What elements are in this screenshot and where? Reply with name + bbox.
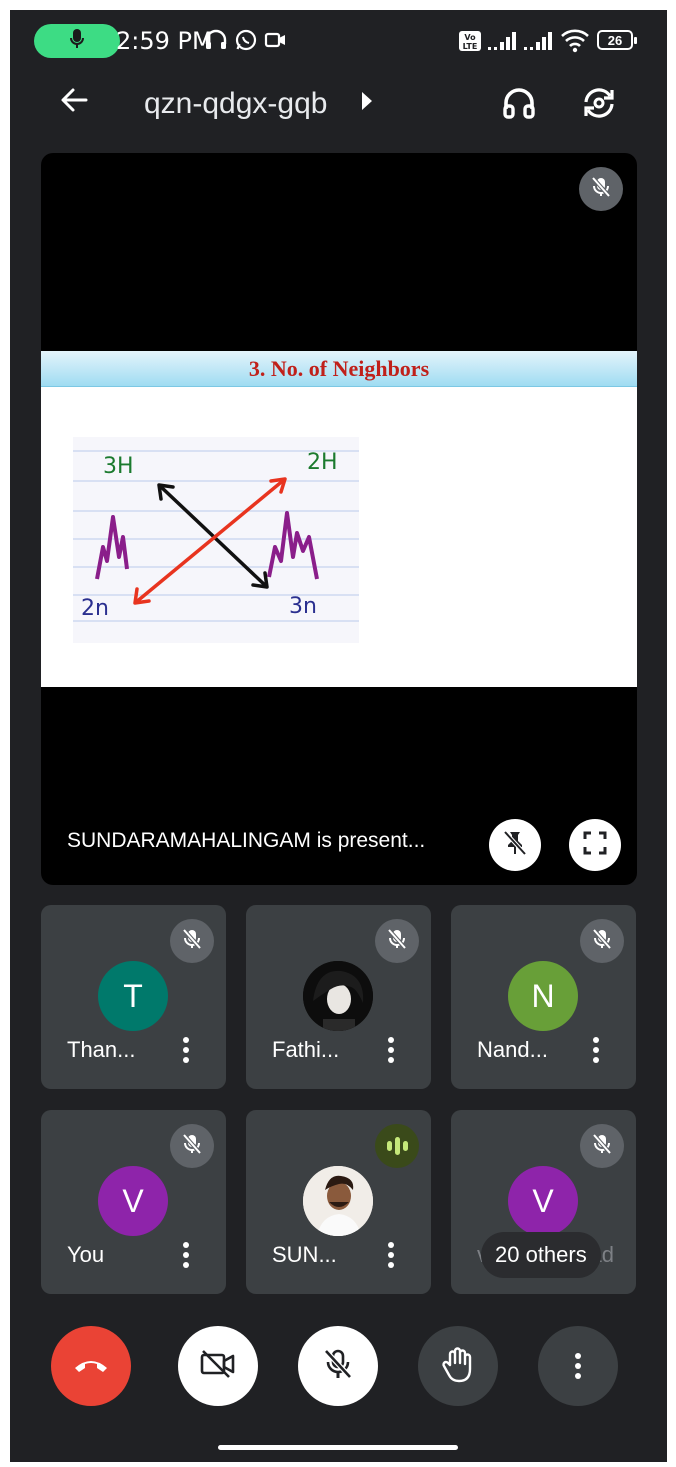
participant-mic-status (580, 919, 624, 963)
mic-in-use-indicator[interactable] (34, 24, 120, 58)
avatar: T (98, 961, 168, 1031)
participant-tile[interactable]: Fathi... (246, 905, 431, 1089)
signal-sim1-icon (486, 30, 520, 57)
headphones-icon (501, 85, 537, 126)
whatsapp-icon (234, 28, 258, 57)
participant-mic-status (170, 919, 214, 963)
sketch-label-bottom-left: 2n (81, 596, 109, 621)
avatar-photo (303, 961, 373, 1031)
participant-tile-self[interactable]: V You (41, 1110, 226, 1294)
slide-title: 3. No. of Neighbors (41, 351, 637, 387)
presenter-label: SUNDARAMAHALINGAM is present... (67, 829, 426, 852)
participant-tile[interactable]: T Than... (41, 905, 226, 1089)
battery-indicator: 26 (597, 30, 637, 50)
avatar: N (508, 961, 578, 1031)
camera-off-icon (199, 1349, 237, 1384)
back-arrow-icon (59, 85, 89, 124)
others-tile[interactable]: V vishnu prasad 20 others (451, 1110, 636, 1294)
fullscreen-button[interactable] (569, 819, 621, 871)
fullscreen-icon (582, 830, 608, 861)
mic-off-icon (321, 1347, 355, 1386)
participant-mic-status (375, 919, 419, 963)
participant-more-button[interactable] (382, 1238, 400, 1272)
mic-toggle-button[interactable] (298, 1326, 378, 1406)
others-count-badge[interactable]: 20 others (481, 1232, 601, 1278)
microphone-icon (70, 28, 84, 55)
sketch-label-bottom-right: 3n (289, 594, 317, 619)
raise-hand-button[interactable] (418, 1326, 498, 1406)
participant-name: You (67, 1242, 105, 1267)
participant-mic-status (580, 1124, 624, 1168)
mic-off-icon (180, 927, 204, 956)
headphones-status-icon (204, 28, 228, 57)
wifi-icon (560, 27, 590, 58)
unpin-button[interactable] (489, 819, 541, 871)
status-bar: 2:59 PM Vo LTE 26 (10, 10, 667, 70)
more-options-button[interactable] (538, 1326, 618, 1406)
mic-off-icon (180, 1132, 204, 1161)
home-indicator[interactable] (218, 1445, 458, 1450)
svg-text:Vo: Vo (464, 33, 476, 42)
switch-camera-button[interactable] (576, 82, 622, 128)
video-status-icon (264, 28, 288, 57)
meeting-details-arrow-icon[interactable] (362, 92, 372, 110)
meeting-code[interactable]: qzn-qdgx-gqb (144, 84, 327, 124)
participant-more-button[interactable] (587, 1033, 605, 1067)
signal-sim2-icon (522, 30, 556, 57)
audio-output-button[interactable] (496, 82, 542, 128)
avatar: V (508, 1166, 578, 1236)
volte-icon: Vo LTE (458, 30, 482, 57)
sketch-label-top-right: 2H (307, 450, 338, 475)
raise-hand-icon (441, 1345, 475, 1388)
participant-tile[interactable]: SUN... (246, 1110, 431, 1294)
audio-level-icon (386, 1137, 408, 1155)
avatar: V (98, 1166, 168, 1236)
unpin-icon (501, 829, 529, 862)
mic-off-icon (385, 927, 409, 956)
shared-slide: 3. No. of Neighbors 3H 2H 2n 3n (41, 351, 637, 687)
meet-screen: 2:59 PM Vo LTE 26 qzn-qdgx-gqb 3. No. of… (10, 10, 667, 1462)
speaking-indicator (375, 1124, 419, 1168)
more-options-icon (575, 1353, 581, 1379)
participant-more-button[interactable] (177, 1033, 195, 1067)
participant-more-button[interactable] (382, 1033, 400, 1067)
mic-off-icon (590, 927, 614, 956)
participant-tile[interactable]: N Nand... (451, 905, 636, 1089)
neighbors-sketch: 3H 2H 2n 3n (73, 437, 359, 643)
svg-text:LTE: LTE (463, 42, 478, 51)
participant-name: Fathi... (272, 1037, 340, 1062)
participant-name: Nand... (477, 1037, 548, 1062)
participant-name: Than... (67, 1037, 136, 1062)
presenter-mic-status (579, 167, 623, 211)
sketch-label-top-left: 3H (103, 454, 134, 479)
avatar-photo (303, 1166, 373, 1236)
participant-more-button[interactable] (177, 1238, 195, 1272)
camera-toggle-button[interactable] (178, 1326, 258, 1406)
end-call-icon (71, 1354, 111, 1379)
back-button[interactable] (54, 84, 94, 124)
participant-mic-status (170, 1124, 214, 1168)
participant-name: SUN... (272, 1242, 337, 1267)
mic-off-icon (589, 175, 613, 204)
end-call-button[interactable] (51, 1326, 131, 1406)
switch-camera-icon (580, 84, 618, 127)
status-time: 2:59 PM (116, 27, 213, 55)
mic-off-icon (590, 1132, 614, 1161)
presentation-tile[interactable]: 3. No. of Neighbors 3H 2H 2n 3n SUNDARAM… (41, 153, 637, 885)
